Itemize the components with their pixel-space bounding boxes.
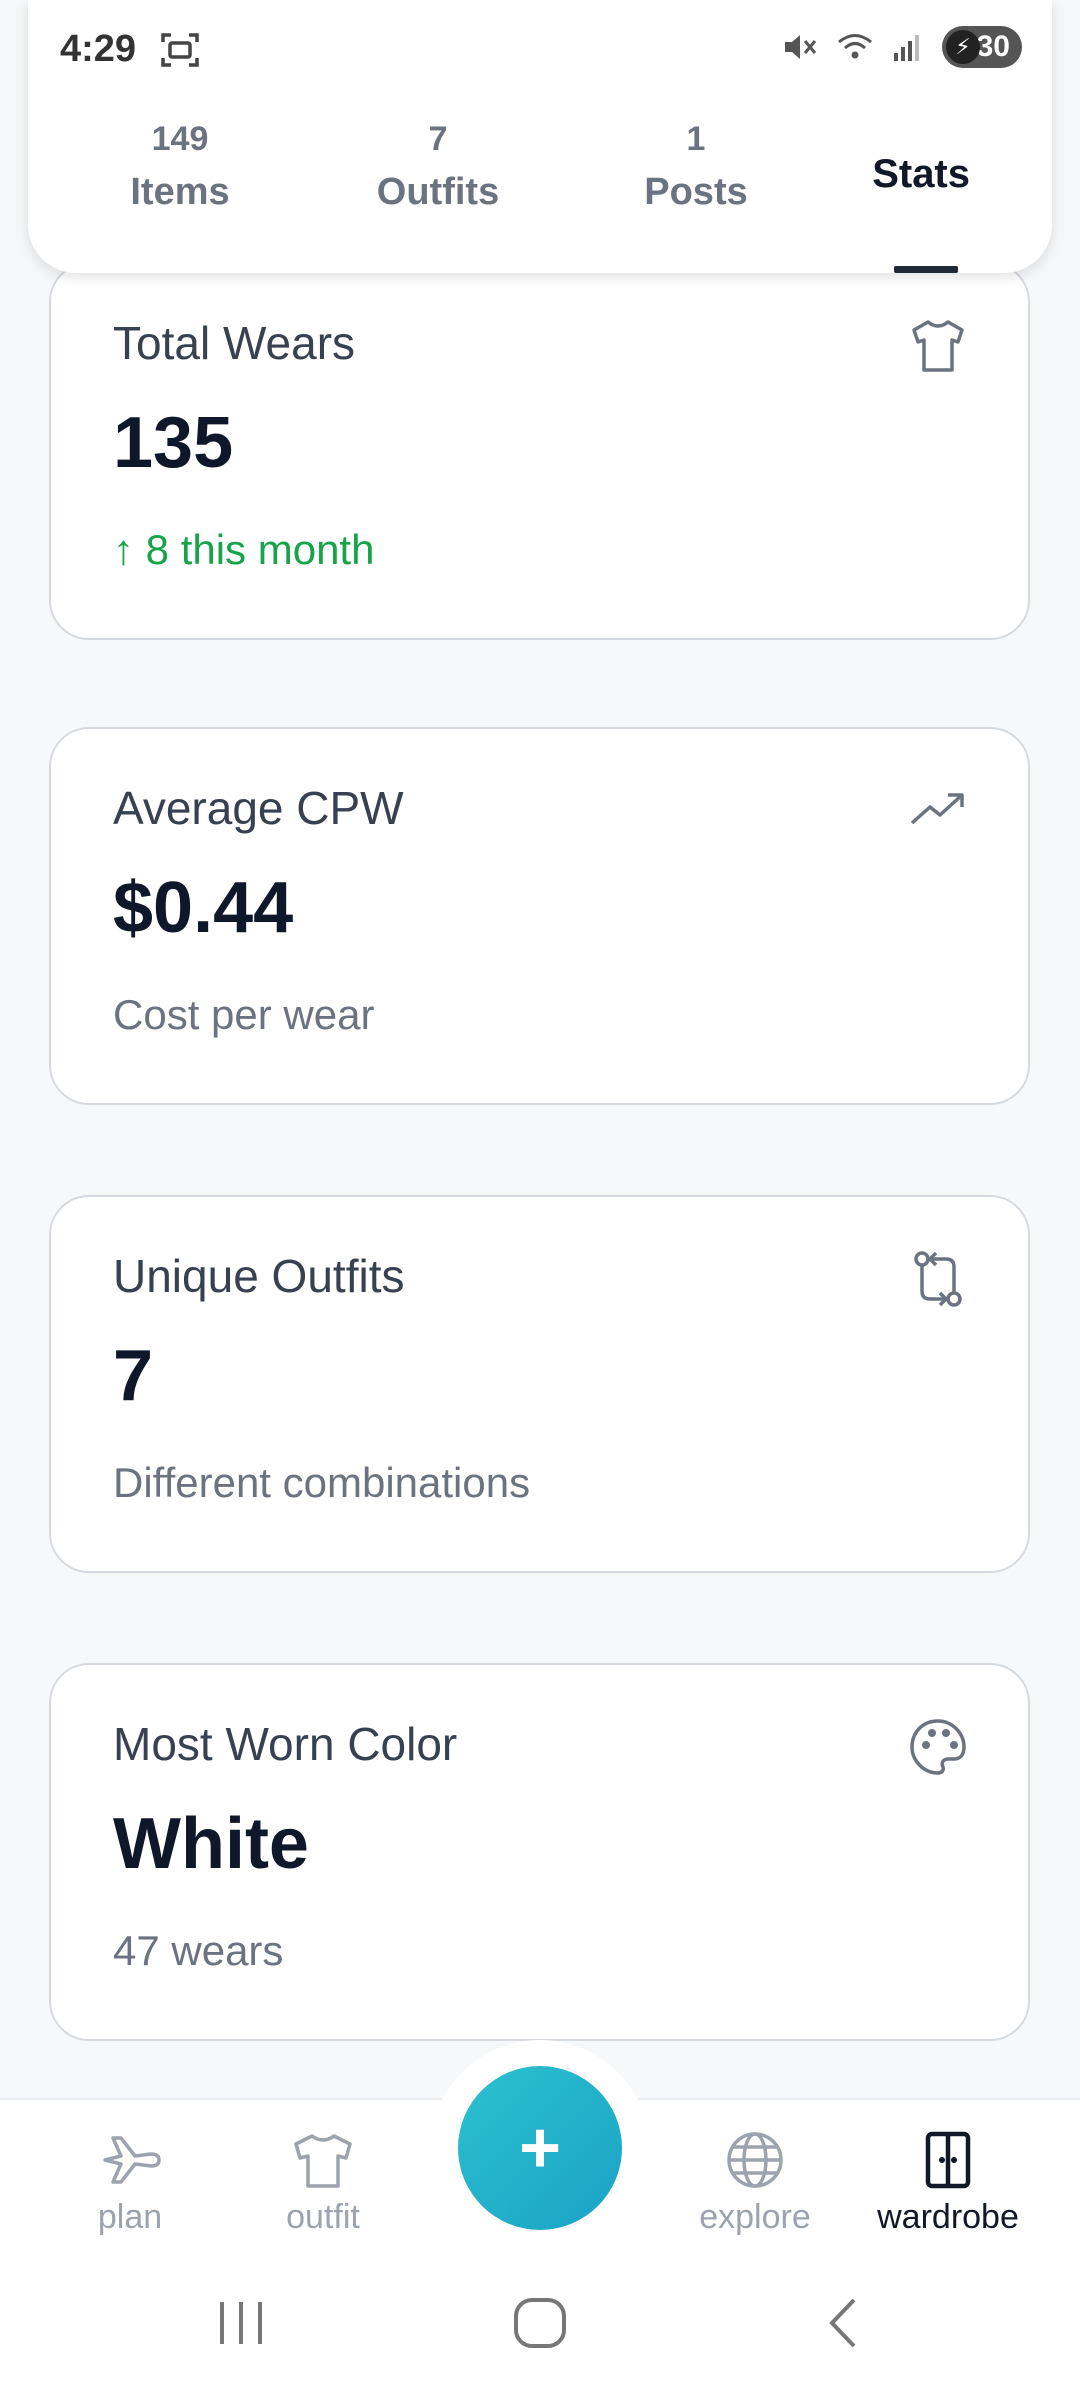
nav-plan[interactable]: plan (40, 2130, 220, 2237)
tab-outfits[interactable]: 7 Outfits (338, 120, 538, 214)
status-icons: ⚡ 30 (782, 26, 1022, 68)
stat-card-average-cpw: Average CPW $0.44 Cost per wear (49, 727, 1030, 1105)
palette-icon (910, 1719, 966, 1775)
card-title: Average CPW (113, 782, 404, 834)
card-subtitle: Cost per wear (113, 991, 375, 1038)
nav-outfit[interactable]: outfit (233, 2130, 413, 2237)
tab-items[interactable]: 149 Items (100, 120, 260, 214)
tab-posts-count: 1 (686, 120, 706, 158)
system-nav-bar (0, 2248, 1080, 2400)
stat-card-total-wears: Total Wears 135 ↑ 8 this month (49, 262, 1030, 640)
nav-explore[interactable]: explore (665, 2130, 845, 2237)
card-value: White (113, 1804, 309, 1884)
shirt-icon (912, 320, 964, 372)
tab-outfits-count: 7 (428, 120, 448, 158)
charging-icon: ⚡ (946, 30, 980, 64)
home-icon[interactable] (512, 2296, 568, 2350)
nav-plan-label: plan (97, 2198, 163, 2236)
battery-level: 30 (976, 30, 1010, 63)
header: 4:29 ⚡ 30 149 Items 7 Outfits 1 Posts St… (28, 0, 1052, 273)
tab-items-count: 149 (151, 120, 209, 158)
stat-card-most-worn-color: Most Worn Color White 47 wears (49, 1663, 1030, 2041)
nav-outfit-label: outfit (286, 2198, 360, 2236)
card-value: 135 (113, 403, 234, 483)
nav-wardrobe-label: wardrobe (877, 2198, 1019, 2236)
tab-posts[interactable]: 1 Posts (606, 120, 786, 214)
card-subtitle: ↑ 8 this month (113, 526, 375, 573)
trending-up-icon (910, 793, 964, 825)
shirt-icon (294, 2134, 352, 2188)
card-title: Total Wears (113, 317, 356, 369)
card-subtitle: Different combinations (113, 1459, 531, 1506)
tab-stats[interactable]: Stats (872, 152, 970, 197)
globe-icon (727, 2132, 783, 2188)
status-time: 4:29 (60, 28, 137, 70)
battery-indicator: ⚡ 30 (942, 26, 1022, 68)
tab-items-label: Items (130, 171, 230, 213)
card-value: $0.44 (113, 868, 294, 948)
wardrobe-icon (925, 2131, 971, 2189)
back-icon[interactable] (822, 2296, 866, 2350)
signal-icon (894, 35, 919, 61)
recent-apps-icon[interactable] (214, 2298, 268, 2348)
plus-icon: + (518, 2108, 562, 2188)
screenshot-icon (160, 32, 200, 73)
nav-wardrobe[interactable]: wardrobe (858, 2130, 1038, 2237)
wifi-icon (838, 34, 872, 59)
card-title: Most Worn Color (113, 1718, 458, 1770)
card-subtitle: 47 wears (113, 1927, 284, 1974)
stat-card-unique-outfits: Unique Outfits 7 Different combinations (49, 1195, 1030, 1573)
add-button[interactable]: + (458, 2066, 622, 2230)
active-tab-indicator (894, 266, 958, 273)
card-title: Unique Outfits (113, 1250, 405, 1302)
nav-explore-label: explore (699, 2198, 811, 2236)
mute-icon (785, 35, 817, 59)
card-value: 7 (113, 1336, 154, 1416)
tab-posts-label: Posts (644, 171, 748, 213)
swap-icon (914, 1251, 962, 1307)
tab-outfits-label: Outfits (376, 171, 500, 213)
plane-icon (103, 2136, 161, 2184)
